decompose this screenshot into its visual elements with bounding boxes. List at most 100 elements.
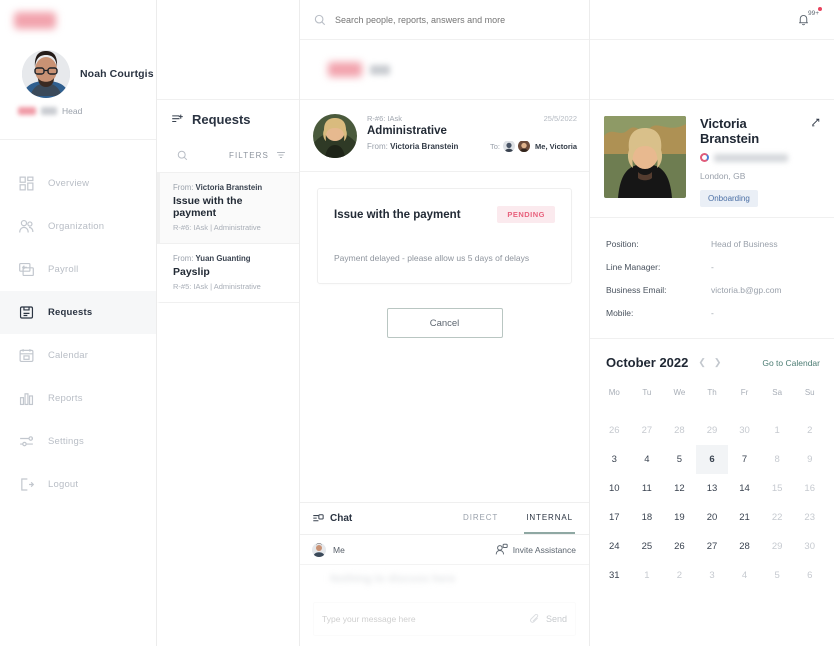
calendar-day-selected[interactable]: 6 <box>695 445 729 474</box>
list-item[interactable]: From: Yuan Guanting Payslip R-#5: IAsk |… <box>157 244 299 303</box>
tab-internal[interactable]: INTERNAL <box>524 503 575 534</box>
calendar-day[interactable]: 27 <box>631 416 664 445</box>
sidebar-user-profile[interactable]: Noah Courtgis Head <box>0 40 156 140</box>
invite-assistance-button[interactable]: Invite Assistance <box>495 543 576 556</box>
sliders-icon <box>20 436 34 447</box>
chevron-left-icon[interactable]: ❮ <box>698 357 706 368</box>
calendar-day[interactable]: 4 <box>728 561 761 590</box>
calendar-day[interactable]: 3 <box>696 561 729 590</box>
profile-summary: Victoria Branstein London, GB Onboarding <box>590 100 834 218</box>
sidebar: Noah Courtgis Head Overview Organization… <box>0 0 157 646</box>
sidebar-item-organization[interactable]: Organization <box>0 205 156 248</box>
request-subject: Issue with the payment <box>173 195 243 219</box>
edit-icon[interactable] <box>811 118 820 127</box>
message-from: From: Victoria Branstein <box>367 142 458 151</box>
dow-label: Su <box>804 388 815 397</box>
calendar-day[interactable]: 9 <box>793 445 826 474</box>
recipient-avatar-2 <box>518 140 531 152</box>
grid-icon <box>19 176 34 191</box>
calendar-day[interactable]: 29 <box>761 532 794 561</box>
cancel-button[interactable]: Cancel <box>386 308 503 338</box>
calendar-day[interactable]: 5 <box>761 561 794 590</box>
calendar-day[interactable]: 23 <box>793 503 826 532</box>
calendar-day[interactable]: 30 <box>793 532 826 561</box>
logout-icon <box>21 478 35 491</box>
sidebar-item-payroll[interactable]: Payroll <box>0 248 156 291</box>
sidebar-item-label: Overview <box>48 178 90 189</box>
calendar-day[interactable]: 16 <box>793 474 826 503</box>
sidebar-item-label: Calendar <box>48 350 89 361</box>
chat-section: Chat DIRECT INTERNAL Me Invite Assistanc… <box>300 502 589 646</box>
sidebar-item-calendar[interactable]: Calendar <box>0 334 156 377</box>
profile-field-business-email: Business Email: victoria.b@gp.com <box>606 278 820 301</box>
list-item[interactable]: From: Victoria Branstein Issue with the … <box>157 173 299 244</box>
filters-button[interactable]: FILTERS <box>229 150 286 160</box>
sidebar-item-logout[interactable]: Logout <box>0 463 156 506</box>
calendar-day[interactable]: 1 <box>761 416 794 445</box>
chat-label: Chat <box>330 513 353 524</box>
sidebar-item-settings[interactable]: Settings <box>0 420 156 463</box>
calendar-day[interactable]: 4 <box>631 445 664 474</box>
search-input[interactable] <box>335 14 589 25</box>
calendar-day[interactable]: 19 <box>663 503 696 532</box>
calendar-day[interactable]: 7 <box>728 445 761 474</box>
calendar-day[interactable]: 29 <box>696 416 729 445</box>
chat-input[interactable] <box>322 614 523 624</box>
go-to-calendar-link[interactable]: Go to Calendar <box>762 358 820 368</box>
calendar-day[interactable]: 31 <box>598 561 631 590</box>
calendar-day[interactable]: 3 <box>598 445 631 474</box>
calendar-day[interactable]: 1 <box>631 561 664 590</box>
profile-fields: Position: Head of Business Line Manager:… <box>590 218 834 339</box>
search-icon[interactable] <box>177 150 188 161</box>
chat-tabs-row: Chat DIRECT INTERNAL <box>300 503 589 535</box>
profile-location: London, GB <box>700 171 746 181</box>
chevron-right-icon[interactable]: ❯ <box>714 357 722 368</box>
profile-field-position: Position: Head of Business <box>606 232 820 255</box>
notifications-button[interactable]: 99+ <box>797 7 822 26</box>
calendar-day[interactable]: 15 <box>761 474 794 503</box>
calendar-day[interactable]: 10 <box>598 474 631 503</box>
calendar-day[interactable]: 21 <box>728 503 761 532</box>
message-header: R-#6: IAsk 25/5/2022 Administrative From… <box>300 100 589 172</box>
field-key: Mobile: <box>606 307 634 318</box>
calendar-day[interactable]: 24 <box>598 532 631 561</box>
global-search-bar[interactable] <box>300 0 589 40</box>
send-button[interactable]: Send <box>546 614 567 624</box>
calendar-day[interactable]: 8 <box>761 445 794 474</box>
message-body: Issue with the payment PENDING Payment d… <box>300 172 589 502</box>
calendar-day[interactable]: 25 <box>631 532 664 561</box>
calendar-day[interactable]: 27 <box>696 532 729 561</box>
calendar-day[interactable]: 30 <box>728 416 761 445</box>
sidebar-item-reports[interactable]: Reports <box>0 377 156 420</box>
calendar-day[interactable]: 20 <box>696 503 729 532</box>
chat-composer[interactable]: Send <box>313 602 576 636</box>
attachment-icon[interactable] <box>529 613 540 625</box>
from-name: Yuan Guanting <box>195 254 251 263</box>
calendar-day[interactable]: 28 <box>663 416 696 445</box>
calendar-day[interactable]: 12 <box>663 474 696 503</box>
calendar-day[interactable]: 17 <box>598 503 631 532</box>
list-add-icon <box>172 114 183 122</box>
recipient-avatar-1 <box>503 140 516 152</box>
calendar-day[interactable]: 28 <box>728 532 761 561</box>
app-logo[interactable] <box>0 0 156 40</box>
calendar-day[interactable]: 2 <box>793 416 826 445</box>
dow-label: Th <box>707 388 717 397</box>
profile-name: Victoria Branstein <box>700 116 760 146</box>
calendar-day[interactable]: 26 <box>598 416 631 445</box>
payroll-icon <box>19 262 34 277</box>
sidebar-item-requests[interactable]: Requests <box>0 291 156 334</box>
tab-direct[interactable]: DIRECT <box>461 503 500 534</box>
calendar-day[interactable]: 2 <box>663 561 696 590</box>
calendar-day[interactable]: 18 <box>631 503 664 532</box>
calendar-day[interactable]: 6 <box>793 561 826 590</box>
calendar-day[interactable]: 22 <box>761 503 794 532</box>
sidebar-item-overview[interactable]: Overview <box>0 162 156 205</box>
calendar-day[interactable]: 11 <box>631 474 664 503</box>
calendar-day[interactable]: 5 <box>663 445 696 474</box>
calendar-day[interactable]: 26 <box>663 532 696 561</box>
right-spacer <box>590 40 834 100</box>
calendar-day[interactable]: 13 <box>696 474 729 503</box>
calendar-day[interactable]: 14 <box>728 474 761 503</box>
role-redacted-1 <box>18 107 36 115</box>
